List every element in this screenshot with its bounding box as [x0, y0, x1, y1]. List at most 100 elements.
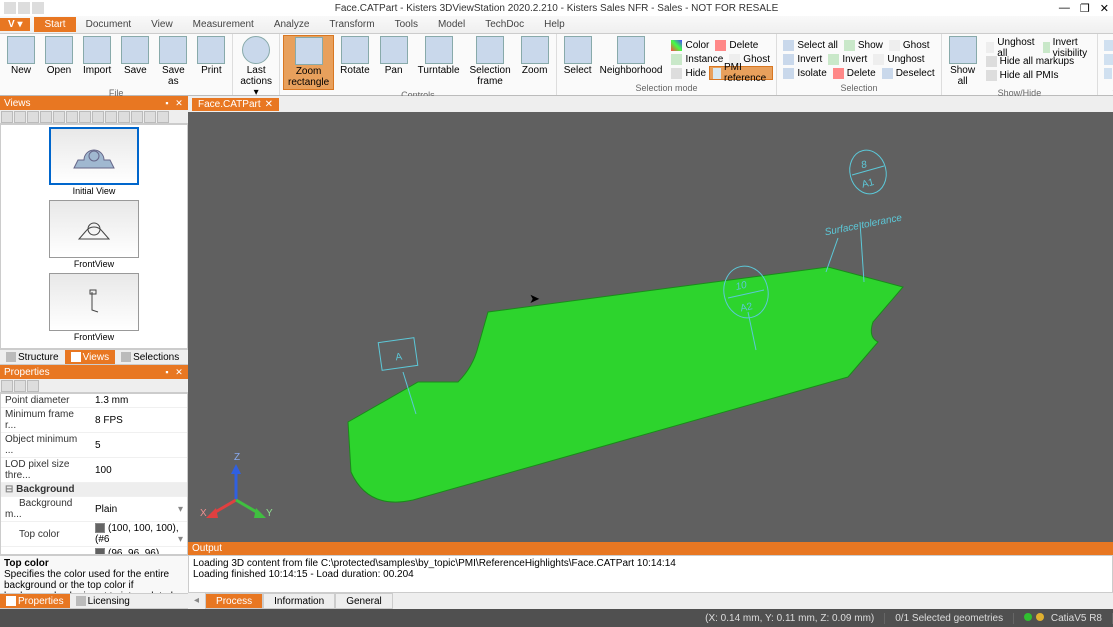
ribbon-sbtn-pmi-reference[interactable]: PMI reference [709, 66, 773, 80]
ts-btn[interactable] [131, 111, 143, 123]
ribbon-btn-last-actions-[interactable]: Lastactions ▾ [236, 35, 276, 99]
tab-techdoc[interactable]: TechDoc [475, 17, 534, 32]
ribbon-sbtn-deselect[interactable]: Deselect [879, 66, 938, 80]
ts-btn[interactable] [79, 111, 91, 123]
ts-btn[interactable] [1, 380, 13, 392]
ribbon-btn-neighborhood[interactable]: Neighborhood [596, 35, 667, 83]
tab-start[interactable]: Start [34, 17, 75, 32]
property-row[interactable]: Bottom color(96, 96, 96), (#606060 [1, 547, 187, 556]
ribbon-btn-save-as[interactable]: Saveas [155, 35, 191, 88]
property-row[interactable]: ⊟ Background [1, 483, 187, 497]
tab-tools[interactable]: Tools [385, 17, 428, 32]
maximize-button[interactable]: ❐ [1080, 2, 1090, 15]
view-thumbnail[interactable]: FrontView [3, 273, 185, 342]
ribbon-sbtn-unghost[interactable]: Unghost [870, 52, 927, 66]
panel-close-icon[interactable]: ✕ [174, 98, 184, 108]
close-button[interactable]: ✕ [1100, 2, 1109, 15]
tab-analyze[interactable]: Analyze [264, 17, 320, 32]
qat-btn[interactable] [4, 2, 16, 14]
properties-grid[interactable]: Point diameter1.3 mmMinimum frame r...8 … [0, 393, 188, 555]
ribbon-sbtn-isolate[interactable]: Isolate [780, 66, 829, 80]
ts-btn[interactable] [66, 111, 78, 123]
ribbon-btn-pan[interactable]: Pan [376, 35, 412, 90]
ts-btn[interactable] [14, 380, 26, 392]
ribbon-group-file: NewOpenImportSaveSaveasPrint File [0, 34, 233, 95]
panel-close-icon[interactable]: ✕ [174, 367, 184, 377]
ribbon-sbtn-invert[interactable]: Invert [825, 52, 870, 66]
ribbon-btn-import[interactable]: Import [79, 35, 115, 88]
out-tab-information[interactable]: Information [263, 593, 335, 609]
property-row[interactable]: Object minimum ...5 [1, 433, 187, 458]
left-tab-selections[interactable]: Selections [115, 350, 185, 364]
tab-measurement[interactable]: Measurement [183, 17, 264, 32]
ribbon-sbtn-zoom-out[interactable]: Zoom out [1101, 66, 1113, 80]
bottom-tab-properties[interactable]: Properties [0, 594, 70, 608]
app-menu-button[interactable]: V ▾ [0, 18, 30, 31]
ts-btn[interactable] [40, 111, 52, 123]
ts-btn[interactable] [144, 111, 156, 123]
ribbon-btn-print[interactable]: Print [193, 35, 229, 88]
ts-btn[interactable] [118, 111, 130, 123]
ribbon-sbtn-invert[interactable]: Invert [780, 52, 825, 66]
ribbon-sbtn-instance[interactable]: Instance [668, 52, 726, 66]
view-thumbnail[interactable]: Initial View [3, 127, 185, 196]
ribbon-btn-open[interactable]: Open [41, 35, 77, 88]
property-row[interactable]: Background m...Plain▾ [1, 497, 187, 522]
ribbon-btn-zoom-rectangle[interactable]: Zoomrectangle [283, 35, 334, 90]
ribbon-sbtn-invert-visibility[interactable]: Invert visibility [1040, 41, 1094, 55]
qat-btn[interactable] [18, 2, 30, 14]
ribbon-sbtn-delete[interactable]: Delete [712, 38, 761, 52]
ribbon-btn-select[interactable]: Select [560, 35, 596, 83]
ribbon-sbtn-ghost[interactable]: Ghost [886, 38, 933, 52]
ribbon-sbtn-hide-all-markups[interactable]: Hide all markups [983, 55, 1077, 69]
tab-help[interactable]: Help [534, 17, 575, 32]
document-tab[interactable]: Face.CATPart ✕ [192, 98, 279, 111]
ribbon-sbtn-zoom-in[interactable]: Zoom in [1101, 52, 1113, 66]
property-row[interactable]: Top color(100, 100, 100), (#6▾ [1, 522, 187, 547]
tab-model[interactable]: Model [428, 17, 475, 32]
ts-btn[interactable] [27, 111, 39, 123]
panel-pin-icon[interactable]: ▪ [162, 98, 172, 108]
ribbon-btn-new[interactable]: New [3, 35, 39, 88]
tab-scroll-left[interactable]: ◂ [188, 593, 205, 609]
ribbon-sbtn-select-all[interactable]: Select all [780, 38, 841, 52]
ts-btn[interactable] [105, 111, 117, 123]
ts-btn[interactable] [92, 111, 104, 123]
ribbon-sbtn-color[interactable]: Color [668, 38, 712, 52]
panel-pin-icon[interactable]: ▪ [162, 367, 172, 377]
out-tab-process[interactable]: Process [205, 593, 263, 609]
3d-viewport[interactable]: A 10 A2 8 A1 Surface tolerance [188, 112, 1113, 542]
ts-btn[interactable] [157, 111, 169, 123]
left-tab-views[interactable]: Views [65, 350, 116, 364]
ribbon-sbtn-hide[interactable]: Hide [668, 66, 709, 80]
ribbon-sbtn-unghost-all[interactable]: Unghost all [983, 41, 1040, 55]
ts-btn[interactable] [27, 380, 39, 392]
view-thumbnail[interactable]: FrontView [3, 200, 185, 269]
ts-btn[interactable] [1, 111, 13, 123]
property-row[interactable]: Minimum frame r...8 FPS [1, 408, 187, 433]
qat-btn[interactable] [32, 2, 44, 14]
ribbon-sbtn-delete[interactable]: Delete [830, 66, 879, 80]
out-tab-general[interactable]: General [335, 593, 393, 609]
property-row[interactable]: LOD pixel size thre...100 [1, 458, 187, 483]
ribbon-sbtn-fit-all[interactable]: Fit all [1101, 38, 1113, 52]
ribbon-sbtn-hide-all-pmis[interactable]: Hide all PMIs [983, 69, 1062, 83]
tab-document[interactable]: Document [76, 17, 142, 32]
ribbon-btn-turntable[interactable]: Turntable [414, 35, 464, 90]
left-tab-structure[interactable]: Structure [0, 350, 65, 364]
minimize-button[interactable]: — [1059, 2, 1070, 15]
ts-btn[interactable] [14, 111, 26, 123]
ribbon-btn-save[interactable]: Save [117, 35, 153, 88]
bottom-tab-licensing[interactable]: Licensing [70, 594, 136, 608]
ribbon-sbtn-show[interactable]: Show [841, 38, 886, 52]
ribbon-btn-selection-frame[interactable]: Selectionframe [466, 35, 515, 90]
ts-btn[interactable] [53, 111, 65, 123]
close-tab-icon[interactable]: ✕ [265, 99, 273, 110]
ribbon-btn-rotate[interactable]: Rotate [336, 35, 373, 90]
property-row[interactable]: Point diameter1.3 mm [1, 394, 187, 408]
ribbon-btn-zoom[interactable]: Zoom [517, 35, 553, 90]
tab-transform[interactable]: Transform [319, 17, 384, 32]
svg-text:X: X [200, 508, 207, 519]
tab-view[interactable]: View [141, 17, 183, 32]
ribbon-btn-show-all[interactable]: Showall [945, 35, 981, 88]
